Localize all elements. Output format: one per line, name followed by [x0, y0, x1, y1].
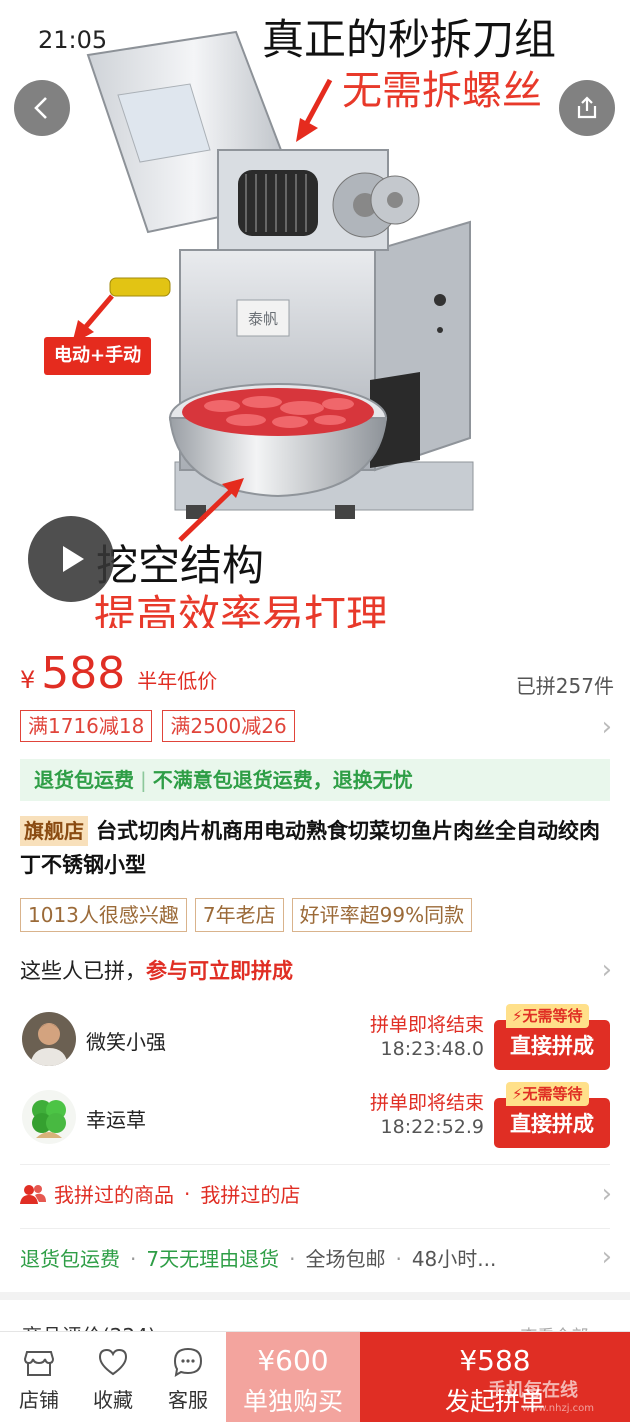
history-item-products[interactable]: 我拼过的商品 — [54, 1179, 174, 1208]
group-status: 拼单即将结束 — [369, 1014, 484, 1036]
service-dot: · — [130, 1247, 137, 1271]
divider — [20, 1228, 610, 1229]
buy-alone-label: 单独购买 — [242, 1387, 343, 1416]
service-free-shipping: 全场包邮 — [305, 1247, 386, 1271]
product-title: 旗舰店 台式切肉片机商用电动熟食切菜切鱼片肉丝全自动绞肉丁不锈钢小型 — [20, 814, 615, 882]
chevron-right-icon[interactable]: › — [602, 1242, 612, 1272]
service-dot: · — [395, 1247, 402, 1271]
group-user-name: 微笑小强 — [86, 1030, 166, 1054]
coupon-2[interactable]: 满2500减26 — [162, 710, 295, 742]
coupon-1[interactable]: 满1716减18 — [20, 710, 153, 742]
store-label: 店铺 — [19, 1388, 59, 1412]
divider — [20, 1164, 610, 1165]
tag-store-age: 7年老店 — [194, 898, 284, 932]
play-video-button[interactable] — [28, 516, 114, 602]
service-guarantees-row[interactable]: 退货包运费 · 7天无理由退货 · 全场包邮 · 48小时... — [20, 1243, 496, 1272]
price-note: 半年低价 — [137, 669, 218, 693]
refund-text-2: 不满意包退货运费，退换无忧 — [152, 768, 413, 792]
group-buy-row: 幸运草 拼单即将结束 18:22:52.9 直接拼成 ⚡无需等待 — [0, 1082, 630, 1152]
avatar — [22, 1090, 76, 1144]
share-icon — [577, 96, 597, 119]
share-button[interactable] — [559, 80, 615, 136]
coupon-list[interactable]: 满1716减18 满2500减26 — [20, 710, 295, 742]
tag-interest: 1013人很感兴趣 — [20, 898, 187, 932]
chevron-left-icon — [34, 97, 47, 119]
machine-brand-plate: 泰帆 — [248, 310, 278, 328]
site-watermark: 手机每在线 — [488, 1380, 578, 1401]
customer-service-label: 客服 — [168, 1388, 208, 1412]
customer-service-button[interactable]: 客服 — [151, 1332, 225, 1422]
refund-text-1: 退货包运费 — [34, 768, 134, 792]
group-status: 拼单即将结束 — [369, 1092, 484, 1114]
status-bar-time: 21:05 — [38, 26, 108, 54]
service-free-return: 退货包运费 — [20, 1247, 120, 1271]
purchase-history-row[interactable]: 我拼过的商品 · 我拼过的店 — [20, 1179, 300, 1208]
tag-rating: 好评率超99%同款 — [291, 898, 473, 932]
image-caption-top-red: 无需拆螺丝 — [342, 68, 542, 114]
product-info-panel: ¥ 588 半年低价 已拼257件 满1716减18 满2500减26 › 退货… — [0, 628, 630, 1292]
group-buy-row: 微笑小强 拼单即将结束 18:23:48.0 直接拼成 ⚡无需等待 — [0, 1004, 630, 1074]
no-wait-badge: ⚡无需等待 — [506, 1082, 589, 1106]
group-countdown: 18:23:48.0 — [380, 1038, 484, 1060]
price-value: 588 — [41, 648, 126, 699]
service-48h: 48小时... — [411, 1247, 497, 1271]
refund-separator: | — [140, 768, 147, 792]
image-caption-tag: 电动+手动 — [44, 337, 152, 375]
store-icon — [23, 1351, 55, 1376]
chevron-right-icon[interactable]: › — [602, 1179, 612, 1209]
favorite-button[interactable]: 收藏 — [76, 1332, 150, 1422]
product-tags: 1013人很感兴趣 7年老店 好评率超99%同款 — [20, 898, 473, 932]
site-watermark-url: www.nhzj.com — [522, 1403, 595, 1414]
favorite-label: 收藏 — [93, 1388, 133, 1412]
price-currency: ¥ — [20, 666, 36, 694]
product-title-text: 台式切肉片机商用电动熟食切菜切鱼片肉丝全自动绞肉丁不锈钢小型 — [20, 819, 600, 877]
image-caption-bottom-red: 提高效率易打理 — [94, 591, 389, 628]
play-icon — [63, 546, 84, 572]
history-item-stores[interactable]: 我拼过的店 — [200, 1179, 300, 1208]
chevron-right-icon[interactable]: › — [602, 712, 612, 742]
chevron-right-icon[interactable]: › — [602, 955, 612, 985]
users-icon — [20, 1184, 46, 1204]
price-row: ¥ 588 半年低价 — [20, 648, 217, 708]
history-dot: · — [184, 1181, 191, 1206]
group-buy-price: ¥588 — [459, 1344, 531, 1377]
avatar — [22, 1012, 76, 1066]
service-7day-return: 7天无理由退货 — [146, 1247, 280, 1271]
service-dot: · — [289, 1247, 296, 1271]
buy-alone-price: ¥600 — [257, 1344, 329, 1377]
refund-guarantee-bar[interactable]: 退货包运费 | 不满意包退货运费，退换无忧 — [20, 759, 610, 801]
group-countdown: 18:22:52.9 — [380, 1116, 484, 1138]
group-buy-header-text: 这些人已拼， — [20, 959, 146, 983]
group-user-name: 幸运草 — [86, 1108, 146, 1132]
buy-alone-button[interactable]: ¥600 单独购买 — [226, 1332, 360, 1422]
sold-count: 已拼257件 — [515, 674, 614, 698]
heart-icon — [98, 1348, 128, 1376]
chat-icon — [173, 1347, 203, 1377]
group-buy-header[interactable]: 这些人已拼，参与可立即拼成 — [20, 955, 293, 985]
flagship-store-badge: 旗舰店 — [20, 816, 88, 846]
store-button[interactable]: 店铺 — [2, 1332, 76, 1422]
no-wait-badge: ⚡无需等待 — [506, 1004, 589, 1028]
back-button[interactable] — [14, 80, 70, 136]
group-buy-header-highlight: 参与可立即拼成 — [146, 959, 293, 983]
product-image-gallery[interactable]: 泰帆 21:05 真正的秒拆刀组 无需拆螺丝 电动+手动 挖空结构 提高效率易打… — [0, 0, 630, 628]
